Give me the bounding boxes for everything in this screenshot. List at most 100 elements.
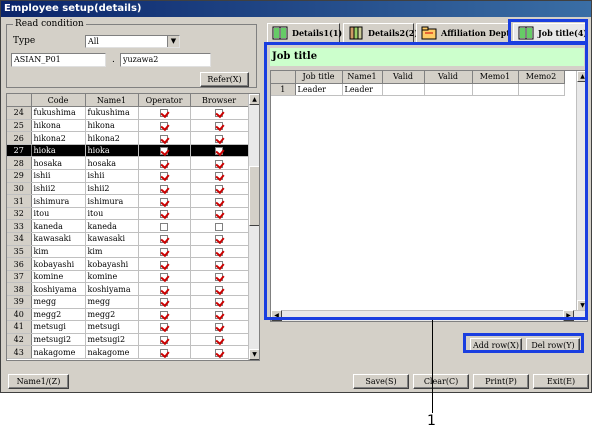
name1-cell[interactable]: kim: [85, 245, 139, 259]
code-cell[interactable]: hikona2: [31, 131, 86, 145]
name1-cell[interactable]: hikona2: [85, 131, 139, 145]
employee-grid-scrollbar[interactable]: ▲ ▼: [248, 94, 259, 360]
code-cell[interactable]: ishimura: [31, 194, 86, 208]
employee-col-header[interactable]: Browser: [190, 94, 249, 108]
checkbox[interactable]: [160, 147, 168, 156]
name1-cell[interactable]: nakagome: [85, 345, 139, 359]
table-row[interactable]: 35 kim kim: [7, 245, 249, 259]
checkbox[interactable]: [215, 323, 223, 332]
checkbox[interactable]: [160, 210, 168, 219]
checkbox[interactable]: [160, 172, 168, 181]
checkbox[interactable]: [215, 310, 223, 319]
browser-cell[interactable]: [190, 169, 249, 183]
code-field-2[interactable]: yuzawa2: [120, 53, 211, 67]
checkbox[interactable]: [215, 121, 223, 130]
browser-cell[interactable]: [190, 182, 249, 196]
operator-cell[interactable]: [138, 182, 191, 196]
checkbox[interactable]: [215, 235, 223, 244]
name1-cell[interactable]: ishii2: [85, 182, 139, 196]
operator-cell[interactable]: [138, 156, 191, 171]
checkbox[interactable]: [215, 260, 223, 269]
code-cell[interactable]: hikona: [31, 119, 86, 133]
checkbox[interactable]: [215, 273, 223, 282]
table-row[interactable]: 24 fukushima fukushima: [7, 106, 249, 120]
row-number[interactable]: 25: [7, 119, 32, 133]
checkbox[interactable]: [215, 197, 223, 206]
browser-cell[interactable]: [190, 257, 249, 271]
code-cell[interactable]: hosaka: [31, 156, 86, 171]
table-row[interactable]: 30 ishii2 ishii2: [7, 182, 249, 196]
checkbox[interactable]: [215, 159, 223, 168]
table-row[interactable]: 37 komine komine: [7, 270, 249, 284]
scroll-down-icon[interactable]: ▼: [249, 349, 259, 360]
table-row[interactable]: 28 hosaka hosaka: [7, 156, 249, 171]
tab-details1[interactable]: Details1(1): [267, 23, 342, 43]
browser-cell[interactable]: [190, 345, 249, 359]
checkbox[interactable]: [160, 134, 168, 143]
checkbox[interactable]: [160, 323, 168, 332]
checkbox[interactable]: [160, 260, 168, 269]
table-row[interactable]: 33 kaneda kaneda: [7, 219, 249, 234]
print-button[interactable]: Print(P): [473, 374, 529, 389]
checkbox[interactable]: [160, 348, 168, 357]
chevron-down-icon[interactable]: ▼: [167, 36, 179, 47]
checkbox[interactable]: [215, 285, 223, 294]
table-row[interactable]: 42 metsugi2 metsugi2: [7, 333, 249, 347]
code-cell[interactable]: nakagome: [31, 345, 86, 359]
checkbox[interactable]: [160, 273, 168, 282]
row-number[interactable]: 32: [7, 207, 32, 221]
table-row[interactable]: 25 hikona hikona: [7, 119, 249, 133]
save-button[interactable]: Save(S): [353, 374, 409, 389]
checkbox[interactable]: [215, 210, 223, 219]
operator-cell[interactable]: [138, 232, 191, 246]
name1-cell[interactable]: koshiyama: [85, 282, 139, 296]
browser-cell[interactable]: [190, 106, 249, 120]
operator-cell[interactable]: [138, 169, 191, 183]
row-number[interactable]: 41: [7, 320, 32, 334]
browser-cell[interactable]: [190, 207, 249, 221]
browser-cell[interactable]: [190, 282, 249, 296]
name1-cell[interactable]: kobayashi: [85, 257, 139, 271]
browser-cell[interactable]: [190, 245, 249, 259]
exit-button[interactable]: Exit(E): [533, 374, 589, 389]
refer-button[interactable]: Refer(X): [200, 72, 249, 87]
checkbox[interactable]: [215, 247, 223, 256]
row-number[interactable]: 24: [7, 106, 32, 120]
checkbox[interactable]: [160, 285, 168, 294]
code-cell[interactable]: ishii: [31, 169, 86, 183]
code-cell[interactable]: komine: [31, 270, 86, 284]
operator-cell[interactable]: [138, 131, 191, 145]
checkbox[interactable]: [160, 298, 168, 307]
operator-cell[interactable]: [138, 257, 191, 271]
employee-col-header[interactable]: Name1: [85, 94, 139, 108]
table-row[interactable]: 39 megg megg: [7, 295, 249, 309]
checkbox[interactable]: [160, 336, 168, 345]
checkbox[interactable]: [160, 184, 168, 193]
row-number[interactable]: 30: [7, 182, 32, 196]
name1-cell[interactable]: kawasaki: [85, 232, 139, 246]
name1-cell[interactable]: hioka: [85, 144, 139, 158]
code-cell[interactable]: metsugi2: [31, 333, 86, 347]
code-cell[interactable]: metsugi: [31, 320, 86, 334]
checkbox[interactable]: [215, 147, 223, 156]
tab-affiliation-dept[interactable]: Affiliation Dept(3): [416, 23, 509, 43]
scroll-up-icon[interactable]: ▲: [249, 94, 259, 105]
code-cell[interactable]: hioka: [31, 144, 86, 158]
checkbox[interactable]: [215, 222, 223, 231]
employee-col-header[interactable]: [7, 94, 32, 108]
browser-cell[interactable]: [190, 308, 249, 322]
operator-cell[interactable]: [138, 245, 191, 259]
operator-cell[interactable]: [138, 270, 191, 284]
code-cell[interactable]: kobayashi: [31, 257, 86, 271]
type-select[interactable]: All ▼: [85, 35, 180, 48]
table-row[interactable]: 38 koshiyama koshiyama: [7, 282, 249, 296]
checkbox[interactable]: [160, 310, 168, 319]
name1-cell[interactable]: megg: [85, 295, 139, 309]
code-cell[interactable]: megg: [31, 295, 86, 309]
operator-cell[interactable]: [138, 308, 191, 322]
name1-cell[interactable]: ishii: [85, 169, 139, 183]
operator-cell[interactable]: [138, 194, 191, 208]
name1-cell[interactable]: ishimura: [85, 194, 139, 208]
browser-cell[interactable]: [190, 333, 249, 347]
table-row[interactable]: 43 nakagome nakagome: [7, 345, 249, 359]
